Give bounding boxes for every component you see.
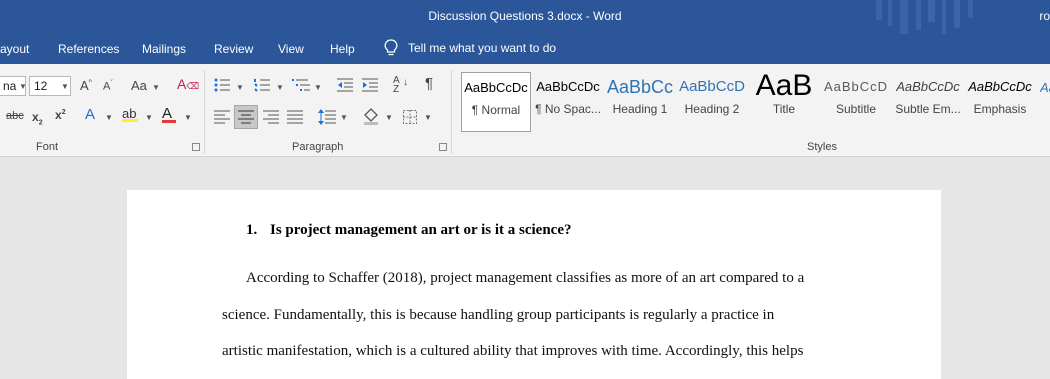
style-preview: AaBbCc xyxy=(606,77,674,97)
increase-indent-icon[interactable] xyxy=(362,78,378,92)
font-size-dropdown[interactable]: 12 ▼ xyxy=(29,76,71,96)
style-preview: AaBbCcDc xyxy=(896,79,960,94)
tab-mailings[interactable]: Mailings xyxy=(142,42,186,56)
sort-icon[interactable]: A Z ↓ xyxy=(393,76,408,95)
highlight-icon[interactable]: ab xyxy=(122,106,138,122)
ribbon: na ▼ 12 ▼ A^ Aˇ Aa ▼ A⌫ abc x2 x2 A ▼ ab… xyxy=(0,64,1050,157)
align-center-button[interactable] xyxy=(234,105,258,129)
chevron-down-icon: ▼ xyxy=(385,113,393,122)
align-right-icon[interactable] xyxy=(263,110,279,124)
tab-layout[interactable]: ayout xyxy=(0,42,29,56)
paragraph-line: According to Schaffer (2018), project ma… xyxy=(246,270,805,286)
list-number: 1. xyxy=(246,222,258,238)
style-label: ¶ No Spac... xyxy=(535,102,601,116)
window-title: Discussion Questions 3.docx - Word xyxy=(428,9,622,23)
tell-me-box[interactable]: Tell me what you want to do xyxy=(384,39,556,57)
shrink-font-icon[interactable]: Aˇ xyxy=(103,80,113,93)
justify-icon[interactable] xyxy=(287,110,303,124)
chevron-down-icon: ▼ xyxy=(145,113,153,122)
bullets-icon[interactable] xyxy=(214,78,230,92)
show-formatting-marks-icon[interactable]: ¶ xyxy=(425,75,433,92)
styles-group-label: Styles xyxy=(807,141,837,153)
style-preview: AaBbCcD xyxy=(679,78,745,95)
chevron-down-icon: ▼ xyxy=(340,113,348,122)
paragraph-dialog-launcher[interactable] xyxy=(439,143,447,151)
borders-icon[interactable] xyxy=(403,110,417,124)
tab-references[interactable]: References xyxy=(58,42,119,56)
font-group-label: Font xyxy=(36,141,59,153)
chevron-down-icon: ▼ xyxy=(184,113,192,122)
style-label: Heading 1 xyxy=(612,102,668,116)
style-label: Heading 2 xyxy=(684,102,740,116)
font-color-icon[interactable]: A xyxy=(162,105,176,123)
document-page[interactable]: 1. Is project management an art or is it… xyxy=(127,190,941,379)
line-spacing-icon[interactable] xyxy=(318,109,336,125)
chevron-down-icon: ▼ xyxy=(19,82,27,91)
chevron-down-icon: ▼ xyxy=(105,113,113,122)
font-name-value: na xyxy=(3,79,17,93)
chevron-down-icon: ▼ xyxy=(424,113,432,122)
style-emphasis[interactable]: AaBbCcDc Emphasis xyxy=(965,72,1035,132)
style-subtle-emphasis[interactable]: AaBbCcDc Subtle Em... xyxy=(893,72,963,132)
style-preview: AaBbCcDc xyxy=(536,79,600,94)
shading-icon[interactable] xyxy=(362,107,380,125)
decrease-indent-icon[interactable] xyxy=(337,78,353,92)
chevron-down-icon: ▼ xyxy=(61,82,69,91)
paragraph-line: artistic manifestation, which is a cultu… xyxy=(222,343,804,359)
title-bar: Discussion Questions 3.docx - Word ro xyxy=(0,0,1050,34)
question-heading: Is project management an art or is it a … xyxy=(270,222,572,238)
multilevel-list-icon[interactable] xyxy=(292,78,310,92)
style-preview: AaBbCcDc xyxy=(464,80,528,95)
change-case-label: Aa xyxy=(131,78,147,93)
text-effects-icon[interactable]: A xyxy=(85,106,95,123)
font-dialog-launcher[interactable] xyxy=(192,143,200,151)
style-preview: AaBbCcDc xyxy=(968,79,1032,94)
style-label: Subtle Em... xyxy=(895,102,961,116)
grow-font-icon[interactable]: A^ xyxy=(80,78,92,93)
align-left-icon[interactable] xyxy=(214,110,230,124)
user-name[interactable]: ro xyxy=(1039,9,1050,23)
style-preview: AaB xyxy=(755,72,813,102)
style-subtitle[interactable]: AaBbCcD Subtitle xyxy=(821,72,891,132)
paragraph-group-label: Paragraph xyxy=(292,141,344,153)
change-case-button[interactable]: Aa xyxy=(131,78,147,93)
font-size-value: 12 xyxy=(34,79,48,93)
style-label: ¶ Normal xyxy=(471,103,521,117)
chevron-down-icon: ▼ xyxy=(276,83,284,92)
lightbulb-icon xyxy=(384,39,398,56)
numbering-icon[interactable] xyxy=(254,78,270,92)
style-label: Emphasis xyxy=(973,102,1027,116)
superscript-icon[interactable]: x2 xyxy=(55,108,66,122)
style-normal[interactable]: AaBbCcDc ¶ Normal xyxy=(461,72,531,132)
ribbon-tabs: ayout References Mailings Review View He… xyxy=(0,34,1050,64)
style-title[interactable]: AaB Title xyxy=(749,72,819,132)
align-center-icon xyxy=(238,110,254,124)
tab-help[interactable]: Help xyxy=(330,42,355,56)
strikethrough-icon[interactable]: abc xyxy=(6,110,24,122)
font-name-dropdown[interactable]: na ▼ xyxy=(0,76,27,96)
chevron-down-icon: ▼ xyxy=(152,83,160,92)
style-no-spacing[interactable]: AaBbCcDc ¶ No Spac... xyxy=(533,72,603,132)
group-separator xyxy=(451,70,452,154)
style-heading-1[interactable]: AaBbCc Heading 1 xyxy=(605,72,675,132)
tab-view[interactable]: View xyxy=(278,42,304,56)
style-heading-2[interactable]: AaBbCcD Heading 2 xyxy=(677,72,747,132)
tell-me-text: Tell me what you want to do xyxy=(408,41,557,55)
style-intense-emphasis-partial[interactable]: Aa xyxy=(1040,80,1050,130)
style-label: Title xyxy=(772,102,796,116)
chevron-down-icon: ▼ xyxy=(314,83,322,92)
style-preview: AaBbCcD xyxy=(823,79,889,94)
chevron-down-icon: ▼ xyxy=(236,83,244,92)
group-separator xyxy=(204,70,205,154)
style-label: Subtitle xyxy=(835,102,877,116)
subscript-icon[interactable]: x2 xyxy=(32,110,43,126)
clear-formatting-icon[interactable]: A⌫ xyxy=(177,76,199,92)
paragraph-line: science. Fundamentally, this is because … xyxy=(222,307,775,323)
tab-review[interactable]: Review xyxy=(214,42,253,56)
